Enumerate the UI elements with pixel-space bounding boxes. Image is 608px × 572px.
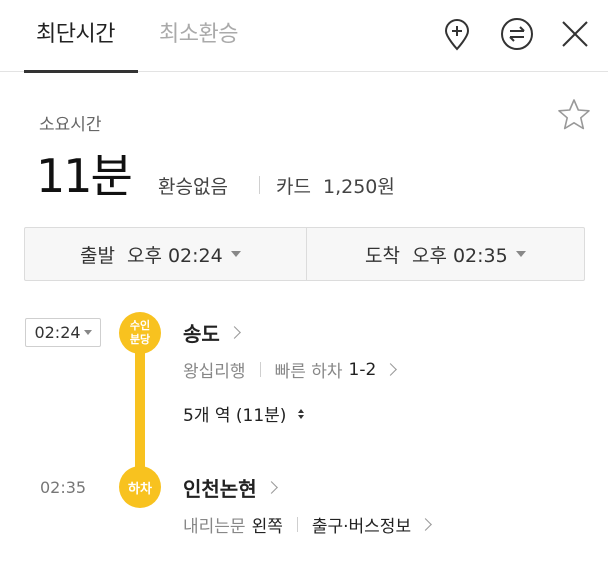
duration-label: 소요시간	[39, 115, 102, 135]
arrival-time: 오후 02:35	[411, 244, 508, 267]
header: 최단시간 최소환승	[0, 0, 608, 73]
end-station-name: 인천논현	[183, 477, 257, 501]
start-time: 02:24	[34, 323, 81, 342]
close-icon[interactable]	[560, 18, 590, 52]
time-selector: 출발 오후 02:24 도착 오후 02:35	[24, 227, 585, 281]
arrival-time-dropdown[interactable]: 도착 오후 02:35	[365, 228, 526, 280]
stops-toggle[interactable]: 5개 역 (11분)	[183, 401, 305, 426]
start-station-name: 송도	[183, 322, 220, 346]
detail-divider	[259, 362, 261, 377]
start-station-details: 왕십리행 빠른 하차 1-2	[183, 357, 398, 382]
tab-min-transfer[interactable]: 최소환승	[159, 16, 238, 48]
fare-label: 카드	[276, 176, 311, 198]
departure-label: 출발	[80, 244, 115, 267]
start-time-select[interactable]: 02:24	[25, 318, 101, 347]
chevron-right-icon	[264, 481, 278, 494]
time-selector-divider	[306, 228, 307, 280]
end-station-details: 내리는문 왼쪽 출구·버스정보	[183, 512, 432, 537]
tab-fastest[interactable]: 최단시간	[36, 16, 115, 48]
stops-count: 5개 역 (11분)	[183, 406, 287, 426]
duration-value: 11분	[36, 149, 133, 203]
chevron-right-icon	[384, 363, 398, 376]
fast-exit-link[interactable]: 빠른 하차 1-2	[274, 357, 398, 382]
detail-divider	[296, 517, 298, 532]
door-label: 내리는문	[183, 517, 246, 537]
favorite-star-icon[interactable]	[556, 97, 592, 133]
chevron-down-icon	[515, 251, 526, 257]
chevron-down-icon	[83, 330, 92, 335]
direction: 왕십리행	[183, 362, 246, 382]
departure-time: 오후 02:24	[126, 244, 223, 267]
active-tab-indicator	[24, 70, 138, 73]
chevron-right-icon	[419, 518, 432, 531]
start-station-link[interactable]: 송도	[183, 318, 241, 347]
fare-value: 1,250원	[323, 176, 395, 198]
exit-bus-info-link[interactable]: 출구·버스정보	[311, 512, 432, 537]
alight-badge: 하차	[119, 466, 161, 508]
route-line	[135, 345, 145, 477]
arrival-label: 도착	[365, 244, 400, 267]
chevron-right-icon	[227, 326, 241, 339]
fast-exit-value: 1-2	[348, 359, 377, 380]
expand-collapse-icon	[298, 408, 305, 419]
fast-exit-label: 빠른 하차	[274, 362, 343, 382]
departure-time-dropdown[interactable]: 출발 오후 02:24	[80, 228, 241, 280]
chevron-down-icon	[230, 251, 241, 257]
badge-line2: 분당	[129, 333, 151, 346]
swap-icon[interactable]	[500, 18, 534, 52]
end-station-link[interactable]: 인천논현	[183, 473, 278, 502]
transfer-info: 환승없음	[158, 176, 228, 198]
summary-divider	[259, 176, 260, 194]
line-badge-suin-bundang: 수인 분당	[119, 312, 161, 354]
door-value: 왼쪽	[251, 517, 283, 537]
badge-line1: 수인	[129, 319, 151, 332]
end-time: 02:35	[40, 478, 87, 497]
exit-info-label: 출구·버스정보	[311, 517, 412, 537]
add-location-icon[interactable]	[442, 18, 472, 52]
